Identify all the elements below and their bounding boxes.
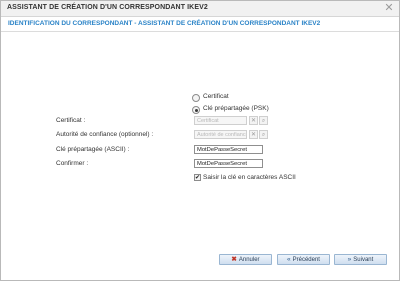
wizard-dialog: ASSISTANT DE CRÉATION D'UN CORRESPONDANT…	[0, 0, 400, 281]
step-title: IDENTIFICATION DU CORRESPONDANT - ASSIST…	[8, 20, 321, 27]
psk-label: Clé prépartagée (ASCII) :	[56, 146, 130, 153]
radio-psk[interactable]	[192, 106, 200, 114]
certificate-clear-icon[interactable]: ✕	[249, 116, 258, 125]
close-icon[interactable]: ✕	[383, 2, 395, 14]
window-title: ASSISTANT DE CRÉATION D'UN CORRESPONDANT…	[7, 4, 208, 11]
certificate-label: Certificat :	[56, 117, 86, 124]
close-icon: ✖	[231, 256, 237, 263]
double-chevron-left-icon: «	[287, 256, 291, 263]
step-header: IDENTIFICATION DU CORRESPONDANT - ASSIST…	[1, 17, 399, 32]
authority-label: Autorité de confiance (optionnel) :	[56, 131, 154, 138]
previous-button-label: Précédent	[292, 257, 320, 263]
double-chevron-right-icon: »	[347, 256, 352, 263]
title-bar: ASSISTANT DE CRÉATION D'UN CORRESPONDANT…	[1, 1, 399, 17]
ascii-checkbox-label: Saisir la clé en caractères ASCII	[203, 174, 296, 181]
confirm-input[interactable]: MotDePasseSecret	[194, 159, 263, 168]
psk-input[interactable]: MotDePasseSecret	[194, 145, 263, 154]
radio-certificate-label: Certificat	[203, 93, 229, 100]
authority-search-icon[interactable]: ⌕	[259, 130, 268, 139]
authority-field[interactable]: Autorité de confiance	[194, 130, 247, 139]
confirm-label: Confirmer :	[56, 160, 89, 167]
previous-button[interactable]: «Précédent	[277, 254, 330, 265]
radio-certificate[interactable]	[192, 94, 200, 102]
ascii-checkbox[interactable]: ✔	[194, 174, 201, 181]
next-button[interactable]: » Suivant	[334, 254, 387, 265]
certificate-search-icon[interactable]: ⌕	[259, 116, 268, 125]
cancel-button[interactable]: ✖ Annuler	[219, 254, 272, 265]
cancel-button-label: Annuler	[238, 257, 260, 263]
radio-psk-label: Clé prépartagée (PSK)	[203, 105, 269, 112]
next-button-label: Suivant	[353, 257, 374, 263]
certificate-field[interactable]: Certificat	[194, 116, 247, 125]
authority-clear-icon[interactable]: ✕	[249, 130, 258, 139]
